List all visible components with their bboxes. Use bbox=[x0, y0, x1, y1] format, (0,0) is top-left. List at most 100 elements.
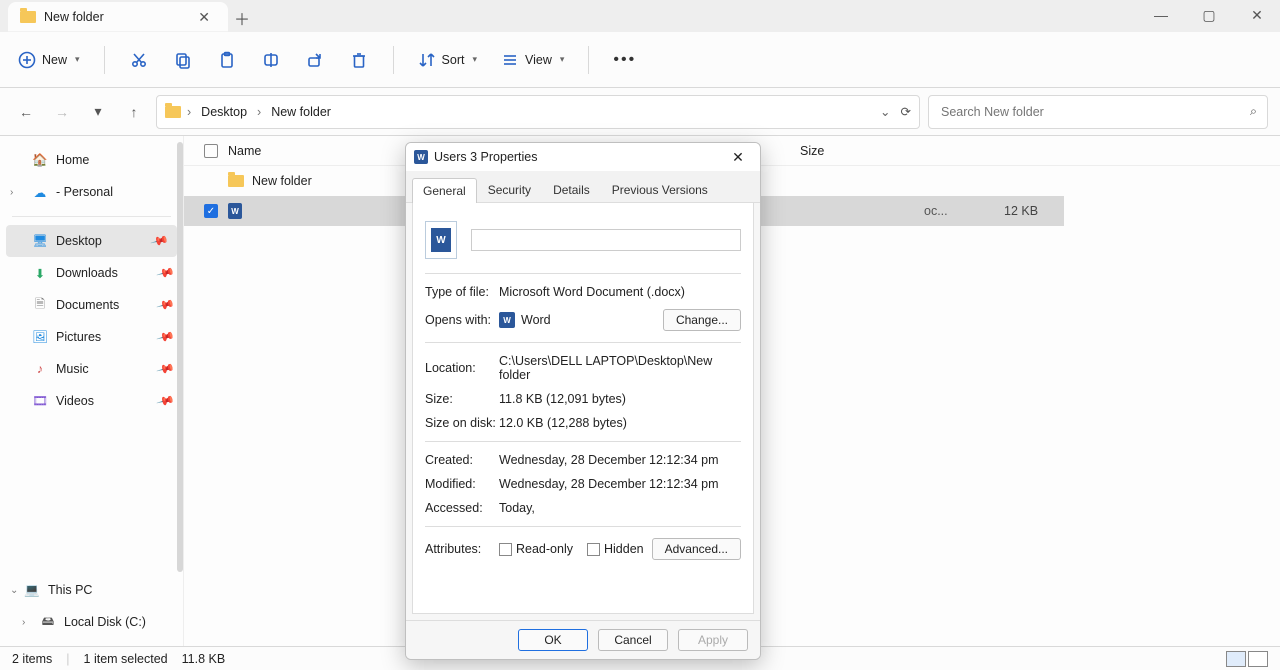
sidebar-videos[interactable]: 🎞 Videos 📌 bbox=[0, 385, 183, 417]
apply-button[interactable]: Apply bbox=[678, 629, 748, 651]
sidebar-label: Home bbox=[56, 153, 89, 167]
dialog-body: W Type of file:Microsoft Word Document (… bbox=[412, 203, 754, 614]
sidebar-downloads[interactable]: ⬇ Downloads 📌 bbox=[0, 257, 183, 289]
tab-general[interactable]: General bbox=[412, 178, 477, 203]
navigation-row: ← → ▾ ↑ › Desktop › New folder ⌄ ⟳ ⌕ bbox=[0, 88, 1280, 136]
chevron-down-icon[interactable]: ⌄ bbox=[880, 104, 890, 119]
address-bar[interactable]: › Desktop › New folder ⌄ ⟳ bbox=[156, 95, 920, 129]
tab-security[interactable]: Security bbox=[477, 177, 542, 202]
copy-button[interactable] bbox=[165, 42, 201, 78]
item-checkbox[interactable]: ✓ bbox=[204, 204, 218, 218]
sidebar-documents[interactable]: 🗎 Documents 📌 bbox=[0, 289, 183, 321]
maximize-button[interactable]: ▢ bbox=[1192, 2, 1226, 28]
details-view-button[interactable] bbox=[1226, 651, 1246, 667]
value-type: Microsoft Word Document (.docx) bbox=[499, 285, 741, 299]
sidebar-label: Desktop bbox=[56, 234, 102, 248]
dialog-titlebar[interactable]: W Users 3 Properties ✕ bbox=[406, 143, 760, 171]
toolbar-separator bbox=[104, 46, 105, 74]
label-attributes: Attributes: bbox=[425, 542, 499, 556]
cloud-icon: ☁ bbox=[32, 184, 48, 200]
refresh-icon[interactable]: ⟳ bbox=[901, 104, 911, 119]
tab-previous-versions[interactable]: Previous Versions bbox=[601, 177, 719, 202]
sidebar-local-disk[interactable]: › 🖴 Local Disk (C:) bbox=[0, 606, 183, 638]
sidebar-onedrive[interactable]: › ☁ - Personal bbox=[0, 176, 183, 208]
label-hidden: Hidden bbox=[604, 542, 644, 556]
value-modified-time: 12:12:34 pm bbox=[649, 477, 719, 491]
word-file-icon: W bbox=[228, 203, 242, 219]
status-selection: 1 item selected bbox=[84, 652, 168, 666]
new-tab-button[interactable]: ＋ bbox=[228, 4, 256, 32]
dialog-close-button[interactable]: ✕ bbox=[724, 146, 752, 168]
sidebar-this-pc[interactable]: ⌄ 💻 This PC bbox=[0, 574, 183, 606]
pin-icon: 📌 bbox=[156, 391, 176, 411]
title-bar: New folder ✕ ＋ — ▢ ✕ bbox=[0, 0, 1280, 32]
sidebar-scrollbar[interactable] bbox=[177, 142, 183, 572]
sidebar-home[interactable]: 🏠 Home bbox=[0, 144, 183, 176]
thumbnails-view-button[interactable] bbox=[1248, 651, 1268, 667]
cancel-button[interactable]: Cancel bbox=[598, 629, 668, 651]
ellipsis-icon: ••• bbox=[613, 51, 636, 69]
sidebar-pictures[interactable]: 🖼 Pictures 📌 bbox=[0, 321, 183, 353]
document-icon: 🗎 bbox=[32, 297, 48, 313]
label-modified: Modified: bbox=[425, 477, 499, 491]
file-type-icon: W bbox=[425, 221, 457, 259]
breadcrumb-current[interactable]: New folder bbox=[267, 105, 335, 119]
search-box[interactable]: ⌕ bbox=[928, 95, 1268, 129]
rename-button[interactable] bbox=[253, 42, 289, 78]
chevron-right-icon[interactable]: › bbox=[10, 187, 13, 198]
value-accessed: Today, bbox=[499, 501, 741, 515]
sidebar-desktop[interactable]: 🖥 Desktop 📌 bbox=[6, 225, 177, 257]
column-size[interactable]: Size bbox=[800, 144, 824, 158]
close-window-button[interactable]: ✕ bbox=[1240, 2, 1274, 28]
tab-close-button[interactable]: ✕ bbox=[192, 8, 216, 27]
cut-button[interactable] bbox=[121, 42, 157, 78]
chevron-down-icon: ▾ bbox=[472, 54, 477, 65]
window-tab[interactable]: New folder ✕ bbox=[8, 2, 228, 32]
chevron-right-icon: › bbox=[187, 105, 191, 119]
value-size-on-disk: 12.0 KB (12,288 bytes) bbox=[499, 416, 741, 430]
rename-icon bbox=[262, 51, 280, 69]
sidebar-separator bbox=[12, 216, 171, 217]
share-button[interactable] bbox=[297, 42, 333, 78]
paste-button[interactable] bbox=[209, 42, 245, 78]
ok-button[interactable]: OK bbox=[518, 629, 588, 651]
status-selection-size: 11.8 KB bbox=[182, 652, 226, 666]
view-button[interactable]: View ▾ bbox=[493, 42, 572, 78]
value-location: C:\Users\DELL LAPTOP\Desktop\New folder bbox=[499, 354, 741, 382]
back-button[interactable]: ← bbox=[12, 98, 40, 126]
chevron-right-icon[interactable]: › bbox=[22, 617, 25, 628]
item-type-truncated: oc... bbox=[924, 204, 948, 218]
minimize-button[interactable]: — bbox=[1144, 2, 1178, 28]
change-button[interactable]: Change... bbox=[663, 309, 741, 331]
label-opens-with: Opens with: bbox=[425, 313, 499, 327]
toolbar-separator bbox=[588, 46, 589, 74]
pin-icon: 📌 bbox=[156, 295, 176, 315]
filename-input[interactable] bbox=[471, 229, 741, 251]
advanced-button[interactable]: Advanced... bbox=[652, 538, 741, 560]
item-name bbox=[250, 204, 253, 218]
more-button[interactable]: ••• bbox=[605, 42, 644, 78]
forward-button[interactable]: → bbox=[48, 98, 76, 126]
sidebar-music[interactable]: ♪ Music 📌 bbox=[0, 353, 183, 385]
select-all-checkbox[interactable] bbox=[204, 144, 218, 158]
search-input[interactable] bbox=[939, 104, 1250, 120]
delete-button[interactable] bbox=[341, 42, 377, 78]
hidden-checkbox[interactable] bbox=[587, 543, 600, 556]
tab-details[interactable]: Details bbox=[542, 177, 601, 202]
sort-button[interactable]: Sort ▾ bbox=[410, 42, 485, 78]
chevron-down-icon: ▾ bbox=[560, 54, 565, 65]
value-size: 11.8 KB (12,091 bytes) bbox=[499, 392, 741, 406]
sidebar-label: - Personal bbox=[56, 185, 113, 199]
folder-icon bbox=[20, 11, 36, 23]
pc-icon: 💻 bbox=[24, 582, 40, 598]
breadcrumb-desktop[interactable]: Desktop bbox=[197, 105, 251, 119]
label-accessed: Accessed: bbox=[425, 501, 499, 515]
pictures-icon: 🖼 bbox=[32, 329, 48, 345]
sidebar-label: Music bbox=[56, 362, 89, 376]
readonly-checkbox[interactable] bbox=[499, 543, 512, 556]
up-button[interactable]: ↑ bbox=[120, 98, 148, 126]
new-button[interactable]: New ▾ bbox=[10, 42, 88, 78]
chevron-down-icon[interactable]: ⌄ bbox=[10, 585, 18, 596]
tab-title: New folder bbox=[44, 10, 104, 24]
recent-locations-button[interactable]: ▾ bbox=[84, 98, 112, 126]
